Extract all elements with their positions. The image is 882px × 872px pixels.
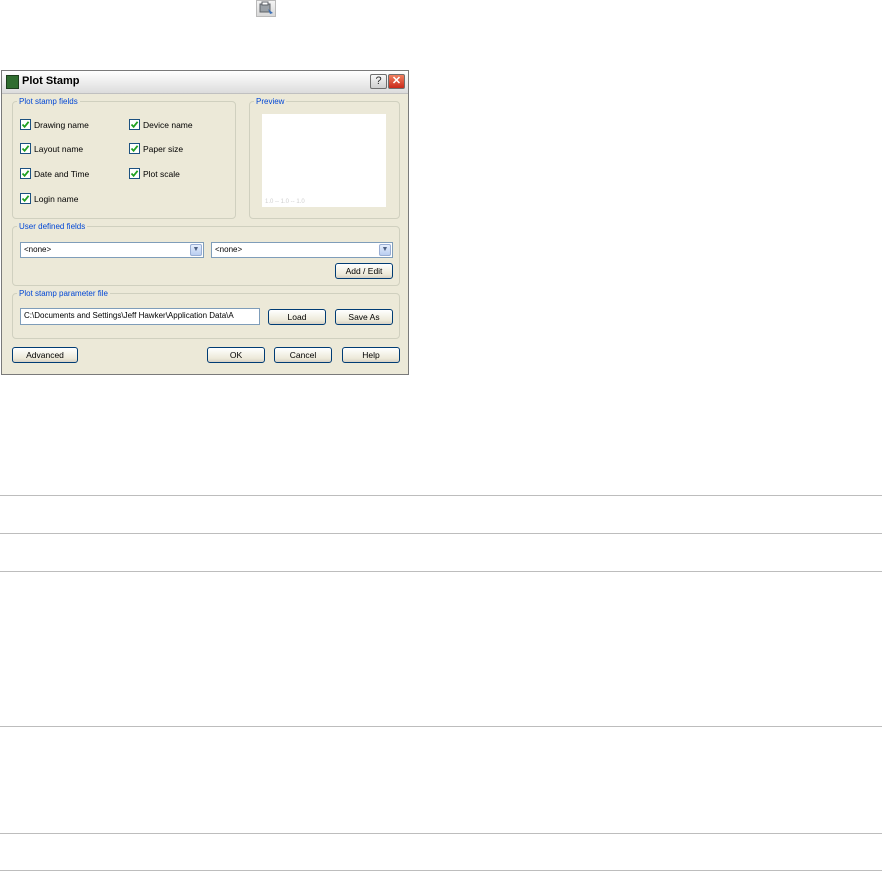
check-icon [20, 143, 31, 154]
table-rule [0, 495, 882, 496]
table-rule [0, 726, 882, 727]
paper-size-checkbox[interactable]: Paper size [129, 143, 183, 154]
parameter-file-path-field[interactable]: C:\Documents and Settings\Jeff Hawker\Ap… [20, 308, 260, 325]
dialog-titlebar: Plot Stamp ? ✕ [2, 71, 408, 94]
user-defined-fields-legend: User defined fields [19, 222, 86, 231]
load-button[interactable]: Load [268, 309, 326, 325]
plot-stamp-toolbar-icon[interactable] [256, 0, 276, 17]
drawing-name-label: Drawing name [34, 119, 89, 130]
layout-name-checkbox[interactable]: Layout name [20, 143, 83, 154]
layout-name-label: Layout name [34, 143, 84, 154]
advanced-button[interactable]: Advanced [12, 347, 78, 363]
preview-legend: Preview [256, 97, 285, 106]
device-name-checkbox[interactable]: Device name [129, 119, 193, 130]
table-rule [0, 571, 882, 572]
drawing-name-checkbox[interactable]: Drawing name [20, 119, 89, 130]
preview-stamp-text: 1.0 -- 1.0 -- 1.0 [265, 199, 305, 205]
check-icon [20, 119, 31, 130]
login-name-label: Login name [34, 193, 79, 204]
plot-stamp-fields-legend: Plot stamp fields [19, 97, 78, 106]
close-button[interactable]: ✕ [388, 74, 405, 89]
title-help-button[interactable]: ? [370, 74, 387, 89]
ok-button[interactable]: OK [207, 347, 265, 363]
user-field-2-value: <none> [215, 245, 243, 254]
preview-canvas: 1.0 -- 1.0 -- 1.0 [262, 114, 386, 207]
plot-scale-checkbox[interactable]: Plot scale [129, 168, 180, 179]
chevron-down-icon[interactable]: ▼ [190, 244, 202, 256]
dialog-title: Plot Stamp [22, 75, 80, 87]
table-rule [0, 870, 882, 871]
paper-size-label: Paper size [143, 143, 184, 154]
cancel-button[interactable]: Cancel [274, 347, 332, 363]
help-button[interactable]: Help [342, 347, 400, 363]
chevron-down-icon[interactable]: ▼ [379, 244, 391, 256]
check-icon [129, 143, 140, 154]
app-icon [6, 75, 19, 89]
device-name-label: Device name [143, 119, 193, 130]
table-rule [0, 833, 882, 834]
check-icon [20, 193, 31, 204]
add-edit-button[interactable]: Add / Edit [335, 263, 393, 279]
parameter-file-legend: Plot stamp parameter file [19, 289, 108, 298]
check-icon [20, 168, 31, 179]
plot-stamp-dialog: Plot Stamp ? ✕ Plot stamp fields Drawing… [1, 70, 409, 375]
user-field-2-combo[interactable]: <none> ▼ [211, 242, 393, 258]
check-icon [129, 119, 140, 130]
user-field-1-combo[interactable]: <none> ▼ [20, 242, 204, 258]
date-time-checkbox[interactable]: Date and Time [20, 168, 89, 179]
table-rule [0, 533, 882, 534]
date-time-label: Date and Time [34, 168, 90, 179]
user-field-1-value: <none> [24, 245, 52, 254]
plot-scale-label: Plot scale [143, 168, 180, 179]
save-as-button[interactable]: Save As [335, 309, 393, 325]
login-name-checkbox[interactable]: Login name [20, 193, 78, 204]
check-icon [129, 168, 140, 179]
